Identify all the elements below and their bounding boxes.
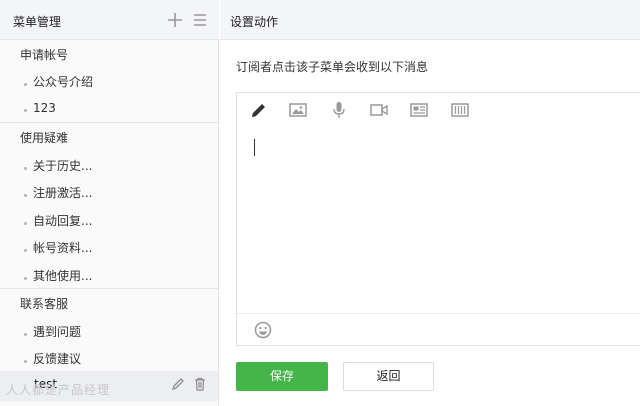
text-caret: [254, 139, 255, 156]
submenu-item[interactable]: 自动回复...: [24, 212, 92, 229]
menu-panel-title: 菜单管理: [13, 15, 62, 29]
action-panel-header: [220, 0, 640, 40]
editor-toolbar: [237, 93, 640, 127]
edit-icon[interactable]: [171, 377, 185, 391]
voice-icon[interactable]: [329, 101, 349, 119]
message-text-area[interactable]: [237, 127, 640, 313]
menu-item-apply-account[interactable]: 申请帐号: [20, 46, 68, 63]
submenu-item[interactable]: 注册激活...: [24, 184, 92, 201]
menu-item-contact-support[interactable]: 联系客服: [20, 295, 68, 312]
delete-icon[interactable]: [193, 377, 207, 391]
divider: [0, 122, 218, 123]
submenu-item[interactable]: 帐号资料...: [24, 239, 92, 256]
submenu-item[interactable]: 反馈建议: [24, 350, 81, 367]
back-button[interactable]: 返回: [343, 362, 434, 391]
submenu-item[interactable]: 123: [24, 101, 56, 115]
save-button[interactable]: 保存: [236, 362, 328, 391]
image-icon[interactable]: [288, 101, 308, 119]
message-editor: [236, 92, 640, 346]
watermark: 人人都是产品经理: [6, 383, 111, 397]
add-menu-icon[interactable]: [166, 11, 184, 29]
submenu-item[interactable]: 公众号介绍: [24, 73, 93, 90]
divider: [0, 288, 218, 289]
action-description: 订阅者点击该子菜单会收到以下消息: [236, 60, 429, 74]
editor-footer: [237, 313, 640, 346]
emoji-icon[interactable]: [254, 321, 272, 339]
video-icon[interactable]: [369, 101, 389, 119]
menu-panel-header: 菜单管理: [0, 0, 219, 40]
submenu-item[interactable]: 关于历史...: [24, 157, 92, 174]
menu-item-usage-issues[interactable]: 使用疑难: [20, 129, 68, 146]
submenu-item[interactable]: 遇到问题: [24, 323, 81, 340]
news-icon[interactable]: [409, 101, 429, 119]
submenu-item[interactable]: 其他使用...: [24, 267, 92, 284]
menu-panel: 菜单管理 申请帐号 公众号介绍 123 使用疑难 关于历史... 注册激活...…: [0, 0, 219, 406]
sort-menu-icon[interactable]: [191, 11, 209, 29]
card-icon[interactable]: [450, 101, 470, 119]
action-panel-title: 设置动作: [230, 15, 279, 29]
text-icon[interactable]: [249, 101, 269, 119]
